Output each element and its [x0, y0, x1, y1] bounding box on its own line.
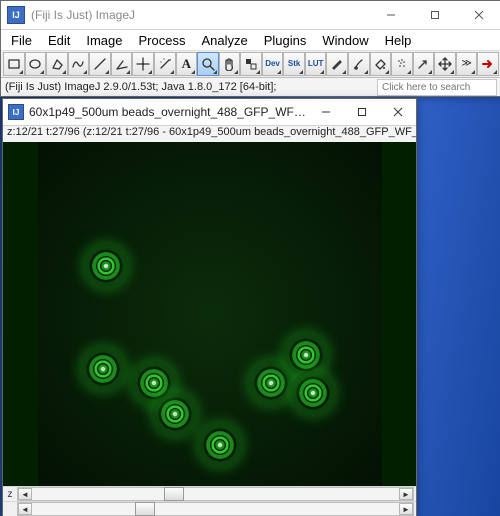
- line-tool[interactable]: [89, 52, 111, 76]
- main-window-title: (Fiji Is Just) ImageJ: [31, 8, 135, 22]
- menu-analyze[interactable]: Analyze: [193, 31, 255, 50]
- menu-image[interactable]: Image: [78, 31, 130, 50]
- scroll-left-icon[interactable]: ◄: [18, 503, 32, 515]
- menu-process[interactable]: Process: [131, 31, 194, 50]
- image-titlebar[interactable]: IJ 60x1p49_500um beads_overnight_488_GFP…: [3, 99, 416, 126]
- scroll-tool[interactable]: [219, 52, 241, 76]
- toolbar: A DevStkLUT ≫: [1, 51, 500, 78]
- flood-fill-tool[interactable]: [370, 52, 392, 76]
- magnifier-tool[interactable]: [197, 52, 219, 76]
- rectangle-tool[interactable]: [3, 52, 25, 76]
- image-status: z:12/21 t:27/96 (z:12/21 t:27/96 - 60x1p…: [3, 126, 416, 142]
- maximize-button[interactable]: [413, 1, 457, 29]
- fiji-app-icon: IJ: [8, 104, 24, 120]
- fluorescent-bead: [152, 391, 198, 437]
- fluorescent-bead: [80, 346, 126, 392]
- angle-tool[interactable]: [111, 52, 133, 76]
- lut-menu[interactable]: LUT: [305, 52, 327, 76]
- fiji-app-icon: IJ: [7, 6, 25, 24]
- image-window-title: 60x1p49_500um beads_overnight_488_GFP_WF…: [29, 105, 308, 119]
- menu-edit[interactable]: Edit: [40, 31, 78, 50]
- menu-help[interactable]: Help: [377, 31, 420, 50]
- image-window: IJ 60x1p49_500um beads_overnight_488_GFP…: [2, 98, 417, 516]
- menu-window[interactable]: Window: [314, 31, 376, 50]
- close-button[interactable]: [457, 1, 500, 29]
- fluorescent-bead: [83, 243, 129, 289]
- image-scene: [38, 142, 382, 486]
- menu-plugins[interactable]: Plugins: [256, 31, 315, 50]
- image-canvas[interactable]: [3, 142, 416, 486]
- fluorescent-bead: [197, 422, 243, 468]
- image-window-controls: [308, 99, 416, 125]
- slider-thumb[interactable]: [164, 487, 184, 501]
- dev-menu[interactable]: Dev: [262, 52, 284, 76]
- t-slider-row: ◄►: [3, 501, 416, 516]
- minimize-button[interactable]: [369, 1, 413, 29]
- point-tool[interactable]: [132, 52, 154, 76]
- close-button[interactable]: [380, 99, 416, 125]
- maximize-button[interactable]: [344, 99, 380, 125]
- arrow-tool[interactable]: [413, 52, 435, 76]
- t-slider[interactable]: ◄►: [17, 502, 414, 516]
- slider-label: z: [5, 489, 15, 500]
- menu-bar: File Edit Image Process Analyze Plugins …: [1, 30, 500, 51]
- status-text: (Fiji Is Just) ImageJ 2.9.0/1.53t; Java …: [5, 81, 276, 93]
- z-slider-row: z◄►: [3, 486, 416, 501]
- menu-file[interactable]: File: [3, 31, 40, 50]
- wand-tool[interactable]: [154, 52, 176, 76]
- main-titlebar[interactable]: IJ (Fiji Is Just) ImageJ: [1, 1, 500, 30]
- search-input[interactable]: [377, 79, 497, 96]
- spray-tool[interactable]: [391, 52, 413, 76]
- fluorescent-bead: [290, 370, 336, 416]
- polygon-tool[interactable]: [46, 52, 68, 76]
- scroll-left-icon[interactable]: ◄: [18, 488, 32, 500]
- imagej-main-window: IJ (Fiji Is Just) ImageJ File Edit Image…: [0, 0, 500, 97]
- scroll-right-icon[interactable]: ►: [399, 503, 413, 515]
- pencil-tool[interactable]: [326, 52, 348, 76]
- more-tools[interactable]: ≫: [456, 52, 478, 76]
- oval-tool[interactable]: [25, 52, 47, 76]
- move-tool[interactable]: [434, 52, 456, 76]
- main-window-controls: [369, 1, 500, 29]
- text-tool[interactable]: A: [176, 52, 198, 76]
- color-picker-tool[interactable]: [240, 52, 262, 76]
- scroll-right-icon[interactable]: ►: [399, 488, 413, 500]
- slider-track[interactable]: [32, 488, 399, 500]
- status-bar: (Fiji Is Just) ImageJ 2.9.0/1.53t; Java …: [1, 78, 500, 96]
- slider-track[interactable]: [32, 503, 399, 515]
- stack-menu[interactable]: Stk: [283, 52, 305, 76]
- slider-thumb[interactable]: [135, 502, 155, 516]
- brush-tool[interactable]: [348, 52, 370, 76]
- minimize-button[interactable]: [308, 99, 344, 125]
- freehand-tool[interactable]: [68, 52, 90, 76]
- macro-tool[interactable]: [477, 52, 499, 76]
- z-slider[interactable]: ◄►: [17, 487, 414, 501]
